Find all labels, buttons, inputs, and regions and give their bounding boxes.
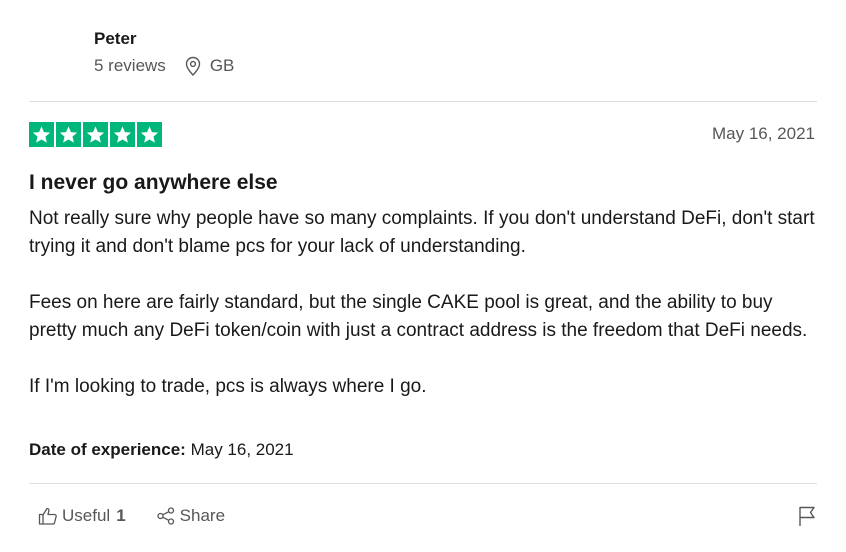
star-icon [56, 122, 81, 147]
location-pin-icon [184, 56, 202, 76]
review-date: May 16, 2021 [711, 124, 815, 143]
reviewer-country: GB [209, 56, 235, 75]
star-icon [83, 122, 108, 147]
reviewer-review-count: 5 reviews [94, 56, 166, 75]
star-rating [29, 122, 162, 147]
reviewer-info: Peter 5 reviews GB [94, 28, 234, 77]
useful-button[interactable]: Useful 1 [38, 505, 126, 527]
reviewer-meta: 5 reviews GB [94, 55, 234, 77]
useful-count: 1 [116, 506, 126, 525]
review-paragraph: Not really sure why people have so many … [29, 208, 815, 257]
star-icon [137, 122, 162, 147]
date-of-experience: Date of experience: May 16, 2021 [29, 440, 294, 460]
share-label: Share [179, 506, 226, 525]
review-paragraph: If I'm looking to trade, pcs is always w… [29, 376, 427, 397]
review-title[interactable]: I never go anywhere else [29, 170, 278, 196]
share-button[interactable]: Share [156, 505, 225, 527]
thumbs-up-icon [38, 506, 58, 526]
experience-date: May 16, 2021 [190, 440, 294, 459]
star-icon [110, 122, 135, 147]
star-icon [29, 122, 54, 147]
useful-label: Useful [62, 506, 111, 525]
flag-icon [797, 505, 817, 527]
review-card: Peter 5 reviews GB May 16, 2021 I never … [0, 0, 846, 552]
review-body: Not really sure why people have so many … [29, 205, 819, 401]
share-icon [156, 506, 176, 526]
header-divider [29, 101, 817, 102]
review-paragraph: Fees on here are fairly standard, but th… [29, 292, 808, 341]
footer-divider [29, 483, 817, 484]
report-button[interactable] [797, 505, 817, 527]
reviewer-name[interactable]: Peter [94, 28, 234, 50]
review-actions: Useful 1 Share [38, 505, 225, 527]
experience-label: Date of experience: [29, 440, 186, 459]
